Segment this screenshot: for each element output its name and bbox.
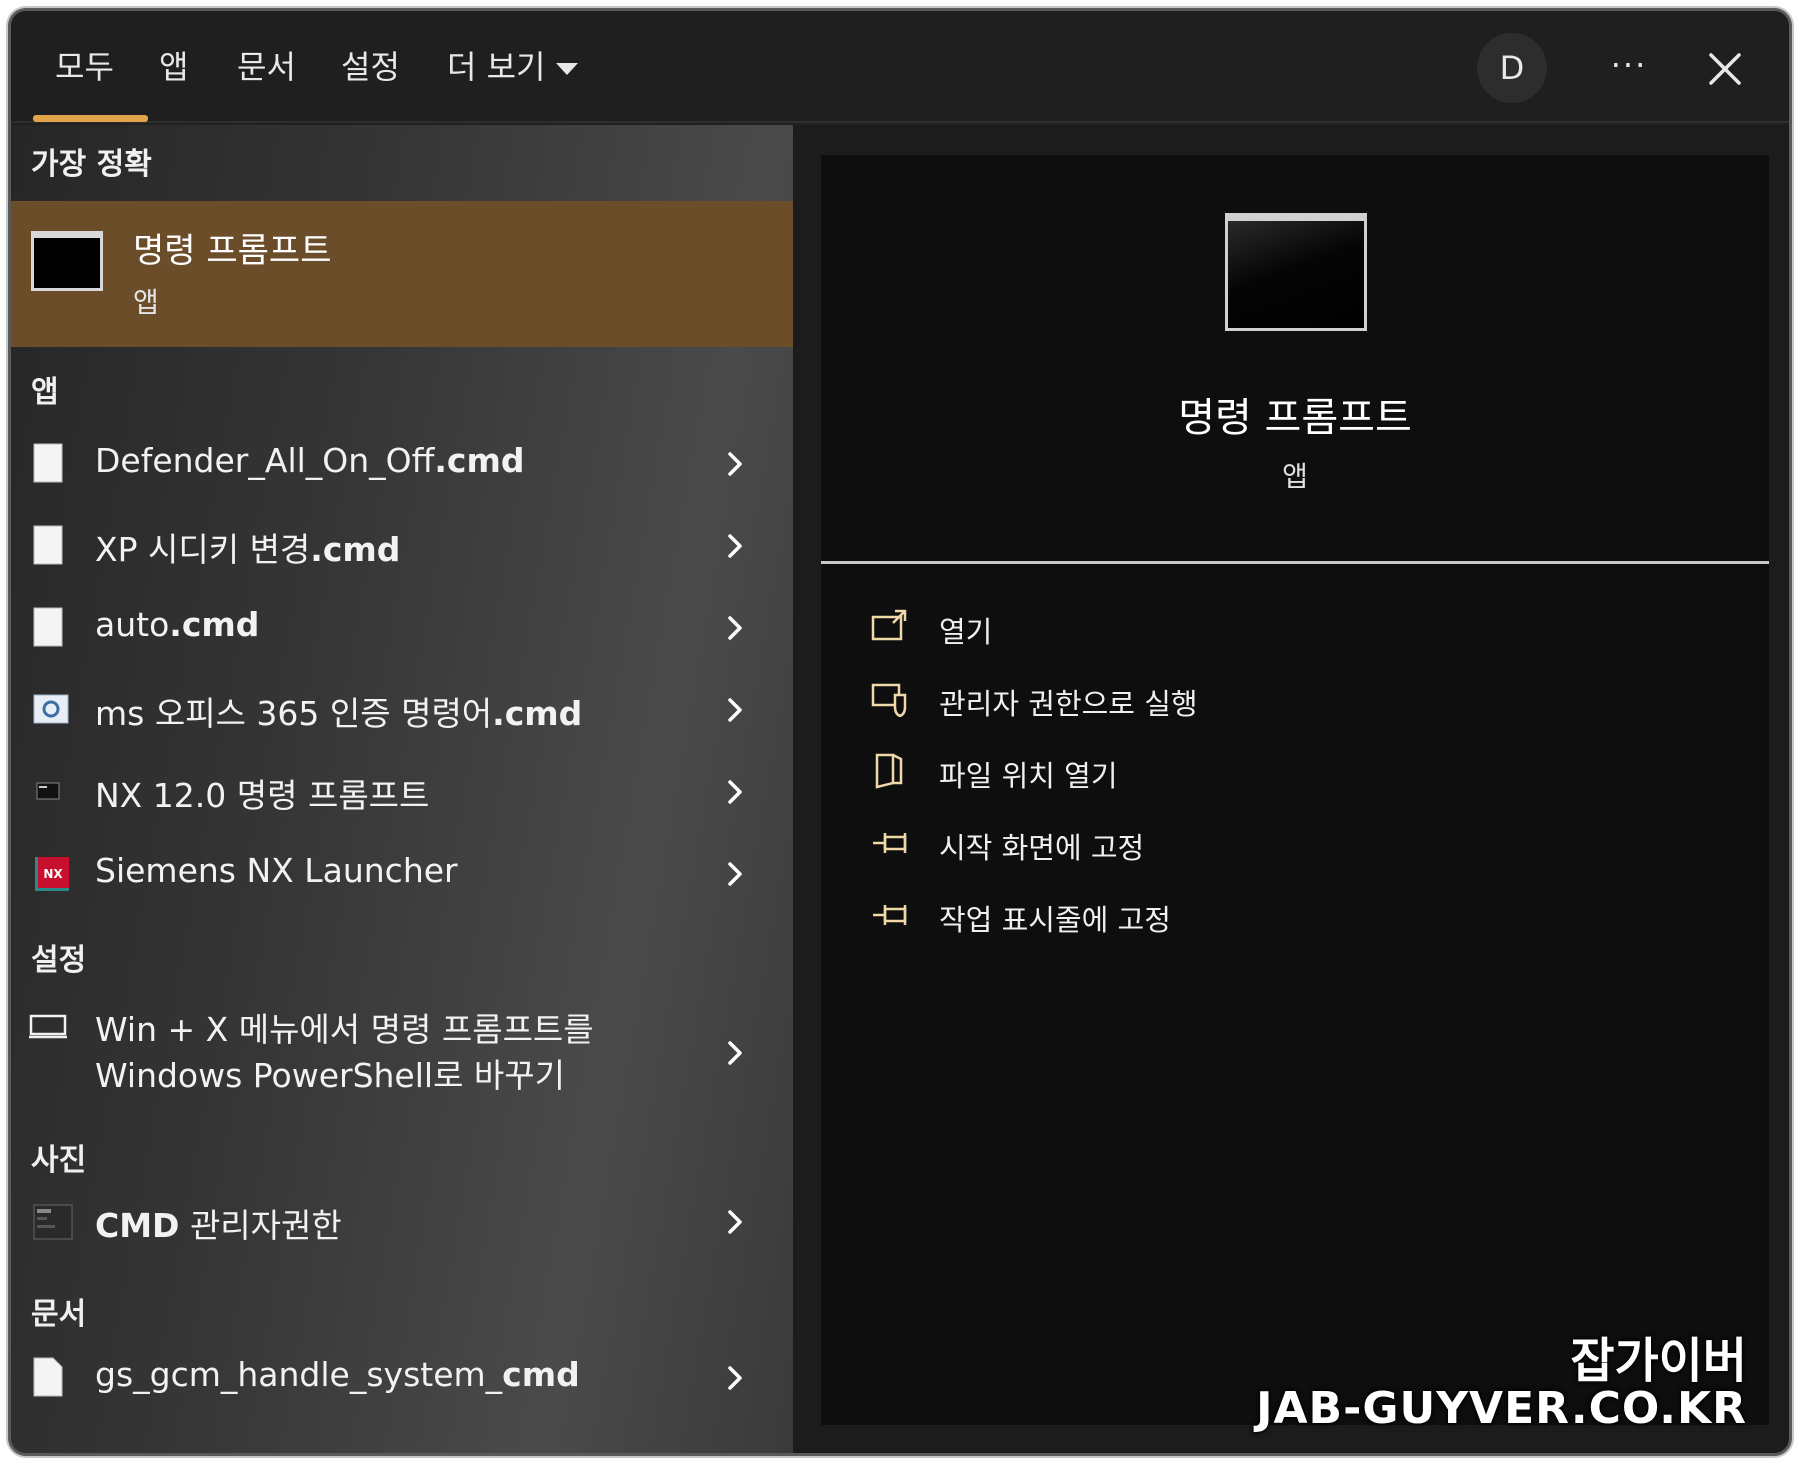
section-header-photos: 사진	[31, 1143, 87, 1178]
pin-icon	[873, 905, 907, 925]
setting-label-line1: Win + X 메뉴에서 명령 프롬프트를	[95, 1010, 594, 1049]
document-label: gs_gcm_handle_system_cmd	[95, 1355, 580, 1394]
command-prompt-icon	[1225, 213, 1367, 331]
file-icon	[33, 525, 63, 565]
tab-more-label: 더 보기	[447, 48, 546, 86]
tab-more[interactable]: 더 보기	[447, 41, 578, 93]
action-run-as-admin[interactable]: 관리자 권한으로 실행	[871, 675, 1471, 727]
app-label: NX 12.0 명령 프롬프트	[95, 776, 430, 815]
terminal-icon	[36, 782, 60, 800]
list-item-app[interactable]: XP 시디키 변경.cmd	[11, 505, 793, 587]
list-item-document[interactable]: gs_gcm_handle_system_cmd	[11, 1337, 793, 1419]
action-label: 열기	[939, 615, 993, 649]
list-item-app[interactable]: NX 12.0 명령 프롬프트	[11, 751, 793, 833]
file-icon	[33, 607, 63, 647]
chevron-right-icon[interactable]	[721, 860, 749, 888]
settings-file-icon	[33, 694, 69, 724]
best-match-result[interactable]: 명령 프롬프트 앱	[11, 201, 793, 347]
action-label: 작업 표시줄에 고정	[939, 903, 1171, 937]
tab-documents[interactable]: 문서	[237, 41, 296, 93]
action-pin-to-taskbar[interactable]: 작업 표시줄에 고정	[871, 891, 1471, 943]
chevron-right-icon[interactable]	[721, 450, 749, 478]
tab-all[interactable]: 모두	[55, 41, 114, 93]
list-item-app[interactable]: NX Siemens NX Launcher	[11, 833, 793, 915]
tab-settings[interactable]: 설정	[341, 41, 400, 93]
chevron-right-icon[interactable]	[721, 1364, 749, 1392]
app-label: Defender_All_On_Off.cmd	[95, 441, 525, 480]
open-icon	[871, 609, 907, 641]
list-item-photo[interactable]: CMD 관리자권한	[11, 1181, 793, 1263]
file-icon	[33, 443, 63, 483]
search-window: 모두 앱 문서 설정 더 보기 D ··· 가장 정확 명령 프롬프트 앱 앱 …	[8, 8, 1792, 1456]
action-open[interactable]: 열기	[871, 603, 1471, 655]
action-open-file-location[interactable]: 파일 위치 열기	[871, 747, 1471, 799]
shield-icon	[871, 683, 907, 717]
action-pin-to-start[interactable]: 시작 화면에 고정	[871, 819, 1471, 871]
command-prompt-icon	[31, 231, 103, 291]
tab-apps[interactable]: 앱	[159, 41, 188, 93]
watermark-url: JAB-GUYVER.CO.KR	[1256, 1383, 1747, 1434]
details-subtitle: 앱	[1282, 460, 1308, 493]
results-pane: 가장 정확 명령 프롬프트 앱 앱 Defender_All_On_Off.cm…	[11, 125, 793, 1453]
chevron-right-icon[interactable]	[721, 778, 749, 806]
photo-label: CMD 관리자권한	[95, 1206, 342, 1245]
caret-down-icon	[555, 63, 578, 75]
details-card: 명령 프롬프트 앱 열기 관리자 권한으로 실행 파일 위치 열기 시작 화면에…	[821, 155, 1769, 1425]
folder-icon	[875, 753, 903, 789]
section-header-documents: 문서	[31, 1297, 87, 1332]
action-label: 파일 위치 열기	[939, 759, 1118, 793]
app-label: XP 시디키 변경.cmd	[95, 530, 401, 569]
pin-icon	[873, 833, 907, 853]
account-avatar[interactable]: D	[1477, 33, 1547, 103]
app-label: ms 오피스 365 인증 명령어.cmd	[95, 694, 583, 733]
laptop-icon	[29, 1014, 67, 1039]
best-match-subtitle: 앱	[133, 286, 159, 319]
action-label: 관리자 권한으로 실행	[939, 687, 1198, 721]
setting-label-line2: Windows PowerShell로 바꾸기	[95, 1056, 566, 1095]
action-label: 시작 화면에 고정	[939, 831, 1145, 865]
close-button[interactable]	[1693, 37, 1757, 101]
close-icon	[1709, 53, 1741, 85]
app-label: auto.cmd	[95, 605, 260, 644]
app-label: Siemens NX Launcher	[95, 851, 458, 890]
chevron-right-icon[interactable]	[721, 1208, 749, 1236]
best-match-title: 명령 프롬프트	[133, 231, 332, 271]
search-tab-bar: 모두 앱 문서 설정 더 보기 D ···	[11, 11, 1789, 123]
section-header-best-match: 가장 정확	[31, 147, 152, 182]
chevron-right-icon[interactable]	[721, 614, 749, 642]
photo-thumbnail-icon	[33, 1204, 73, 1240]
list-item-app[interactable]: ms 오피스 365 인증 명령어.cmd	[11, 669, 793, 751]
details-pane: 명령 프롬프트 앱 열기 관리자 권한으로 실행 파일 위치 열기 시작 화면에…	[793, 125, 1789, 1453]
list-item-setting[interactable]: Win + X 메뉴에서 명령 프롬프트를 Windows PowerShell…	[11, 1003, 793, 1099]
section-header-settings: 설정	[31, 943, 87, 978]
file-icon	[33, 1357, 63, 1397]
svg-text:NX: NX	[43, 867, 63, 881]
section-header-apps: 앱	[31, 375, 59, 410]
list-item-app[interactable]: Defender_All_On_Off.cmd	[11, 423, 793, 505]
details-title: 명령 프롬프트	[1178, 395, 1412, 441]
watermark-title: 잡가이버	[1570, 1333, 1747, 1389]
more-options-button[interactable]: ···	[1597, 37, 1661, 101]
active-tab-indicator	[33, 115, 148, 122]
chevron-right-icon[interactable]	[721, 696, 749, 724]
chevron-right-icon[interactable]	[721, 532, 749, 560]
nx-icon: NX	[35, 857, 69, 891]
divider	[821, 561, 1769, 564]
chevron-right-icon[interactable]	[721, 1039, 749, 1067]
list-item-app[interactable]: auto.cmd	[11, 587, 793, 669]
